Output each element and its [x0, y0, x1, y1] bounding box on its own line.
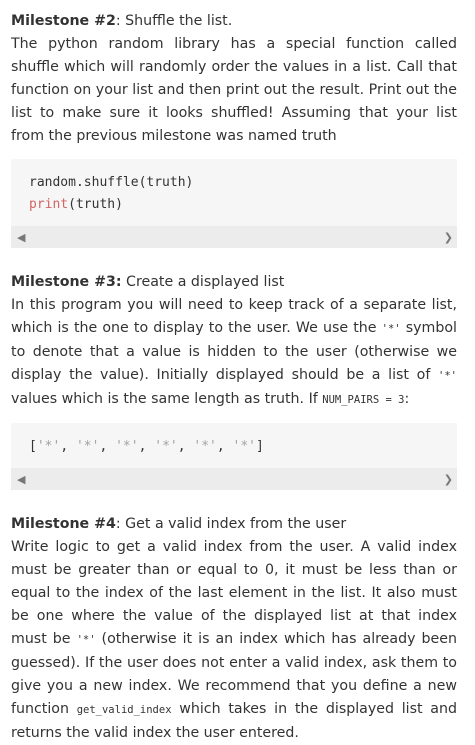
- milestone-4-body: Write logic to get a valid index from th…: [11, 539, 458, 741]
- chevron-right-icon[interactable]: ❯: [444, 468, 453, 491]
- code-keyword-print: print: [29, 197, 69, 212]
- code-line: random.shuffle(truth): [29, 175, 194, 190]
- milestone-3-subtitle: Create a displayed list: [121, 274, 285, 290]
- milestone-2-heading: Milestone #2: Shuffle the list.: [11, 10, 457, 33]
- milestone-3-title: Milestone #3:: [11, 274, 122, 290]
- milestone-2-title: Milestone #2: [11, 13, 116, 29]
- code-args: (truth): [68, 197, 123, 212]
- code-bracket-close: ]: [256, 439, 264, 454]
- milestones-content: Milestone #2: Shuffle the list. The pyth…: [0, 0, 475, 745]
- milestone-2-body: The python random library has a special …: [11, 36, 457, 144]
- star-symbol: '*': [76, 634, 96, 646]
- code-string-item: '*': [193, 439, 217, 454]
- horizontal-scrollbar[interactable]: ◀ ❯: [11, 226, 457, 248]
- horizontal-scrollbar[interactable]: ◀ ❯: [11, 468, 457, 490]
- code-string-item: '*': [115, 439, 139, 454]
- chevron-right-icon[interactable]: ❯: [444, 226, 453, 249]
- code-string-item: '*': [75, 439, 100, 454]
- star-symbol: '*': [381, 323, 401, 335]
- code-string-item: '*': [154, 439, 178, 454]
- milestone-4-title: Milestone #4: [11, 516, 116, 532]
- chevron-left-icon[interactable]: ◀: [17, 468, 25, 491]
- code-block-displayed: ['*', '*', '*', '*', '*', '*'] ◀ ❯: [11, 423, 457, 490]
- milestone-3-heading: Milestone #3: Create a displayed list: [11, 271, 457, 294]
- chevron-left-icon[interactable]: ◀: [17, 226, 25, 249]
- milestone-2-subtitle: : Shuffle the list.: [115, 13, 233, 29]
- function-name-code: get_valid_index: [76, 704, 172, 716]
- star-symbol: '*': [438, 370, 457, 382]
- num-pairs-code: NUM_PAIRS = 3: [322, 394, 405, 406]
- code-string-item: '*': [232, 439, 257, 454]
- code-string-item: '*': [36, 439, 61, 454]
- milestone-3-body: In this program you will need to keep tr…: [11, 297, 457, 407]
- code-block-shuffle: random.shuffle(truth) print(truth) ◀ ❯: [11, 159, 457, 248]
- code-bracket-open: [: [29, 439, 37, 454]
- milestone-4-heading: Milestone #4: Get a valid index from the…: [11, 513, 457, 536]
- milestone-4-subtitle: : Get a valid index from the user: [115, 516, 347, 532]
